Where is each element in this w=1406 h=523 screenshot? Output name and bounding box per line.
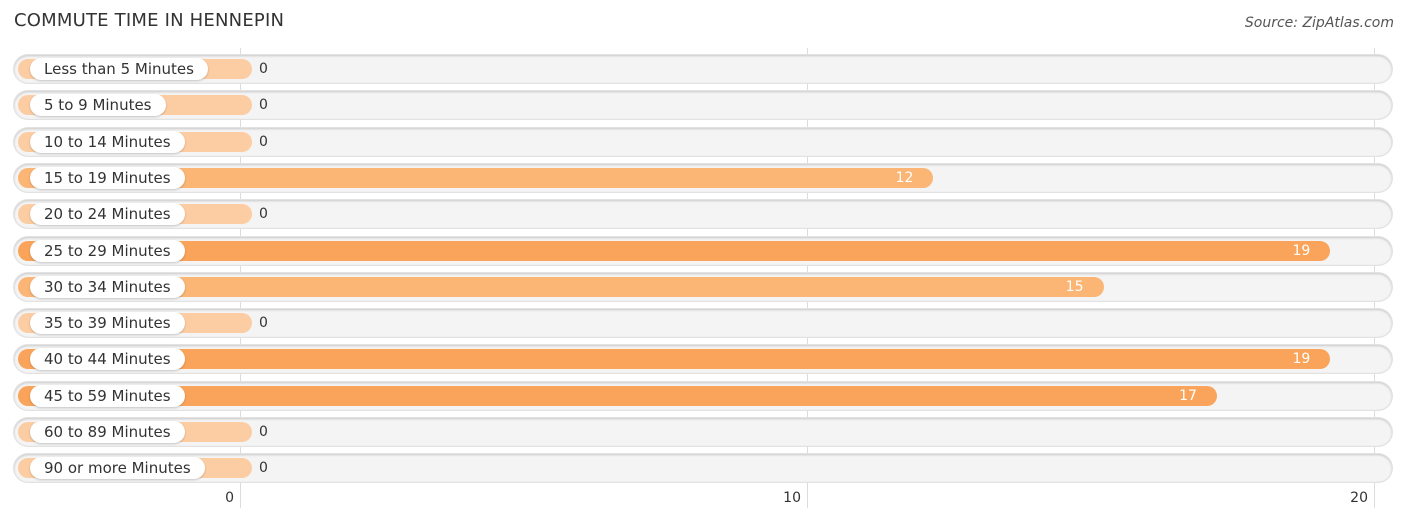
data-label: 0: [259, 206, 268, 223]
data-label: 15: [1065, 278, 1084, 295]
category-label: 10 to 14 Minutes: [30, 130, 185, 153]
category-label: 40 to 44 Minutes: [30, 348, 185, 371]
data-label: 0: [259, 133, 268, 150]
data-label: 19: [1292, 242, 1311, 259]
category-label: 15 to 19 Minutes: [30, 166, 185, 189]
category-label: 35 to 39 Minutes: [30, 312, 185, 335]
bar[interactable]: [18, 385, 1217, 406]
category-label: 90 or more Minutes: [30, 457, 205, 480]
data-label: 0: [259, 460, 268, 477]
category-label: 60 to 89 Minutes: [30, 421, 185, 443]
data-label: 0: [259, 424, 268, 440]
data-label: 17: [1179, 387, 1197, 404]
bar-chart: 0 10 20 Less than 5 Minutes 0 5 to 9 Minutes 0…: [0, 0, 1406, 523]
category-label: 20 to 24 Minutes: [30, 203, 185, 226]
x-tick-label: 0: [225, 490, 234, 506]
category-label: 45 to 59 Minutes: [30, 384, 185, 407]
bar[interactable]: [18, 240, 1331, 261]
data-label: 0: [259, 97, 268, 114]
category-label: 30 to 34 Minutes: [30, 275, 185, 298]
data-label: 12: [895, 169, 914, 186]
x-tick-label: 10: [783, 490, 801, 506]
data-label: 19: [1292, 351, 1311, 368]
data-label: 0: [259, 315, 268, 332]
x-tick-label: 20: [1350, 490, 1368, 506]
data-label: 0: [259, 61, 268, 77]
bar[interactable]: [18, 349, 1331, 370]
category-label: 5 to 9 Minutes: [30, 94, 166, 117]
category-label: 25 to 29 Minutes: [30, 239, 185, 262]
category-label: Less than 5 Minutes: [30, 58, 208, 80]
